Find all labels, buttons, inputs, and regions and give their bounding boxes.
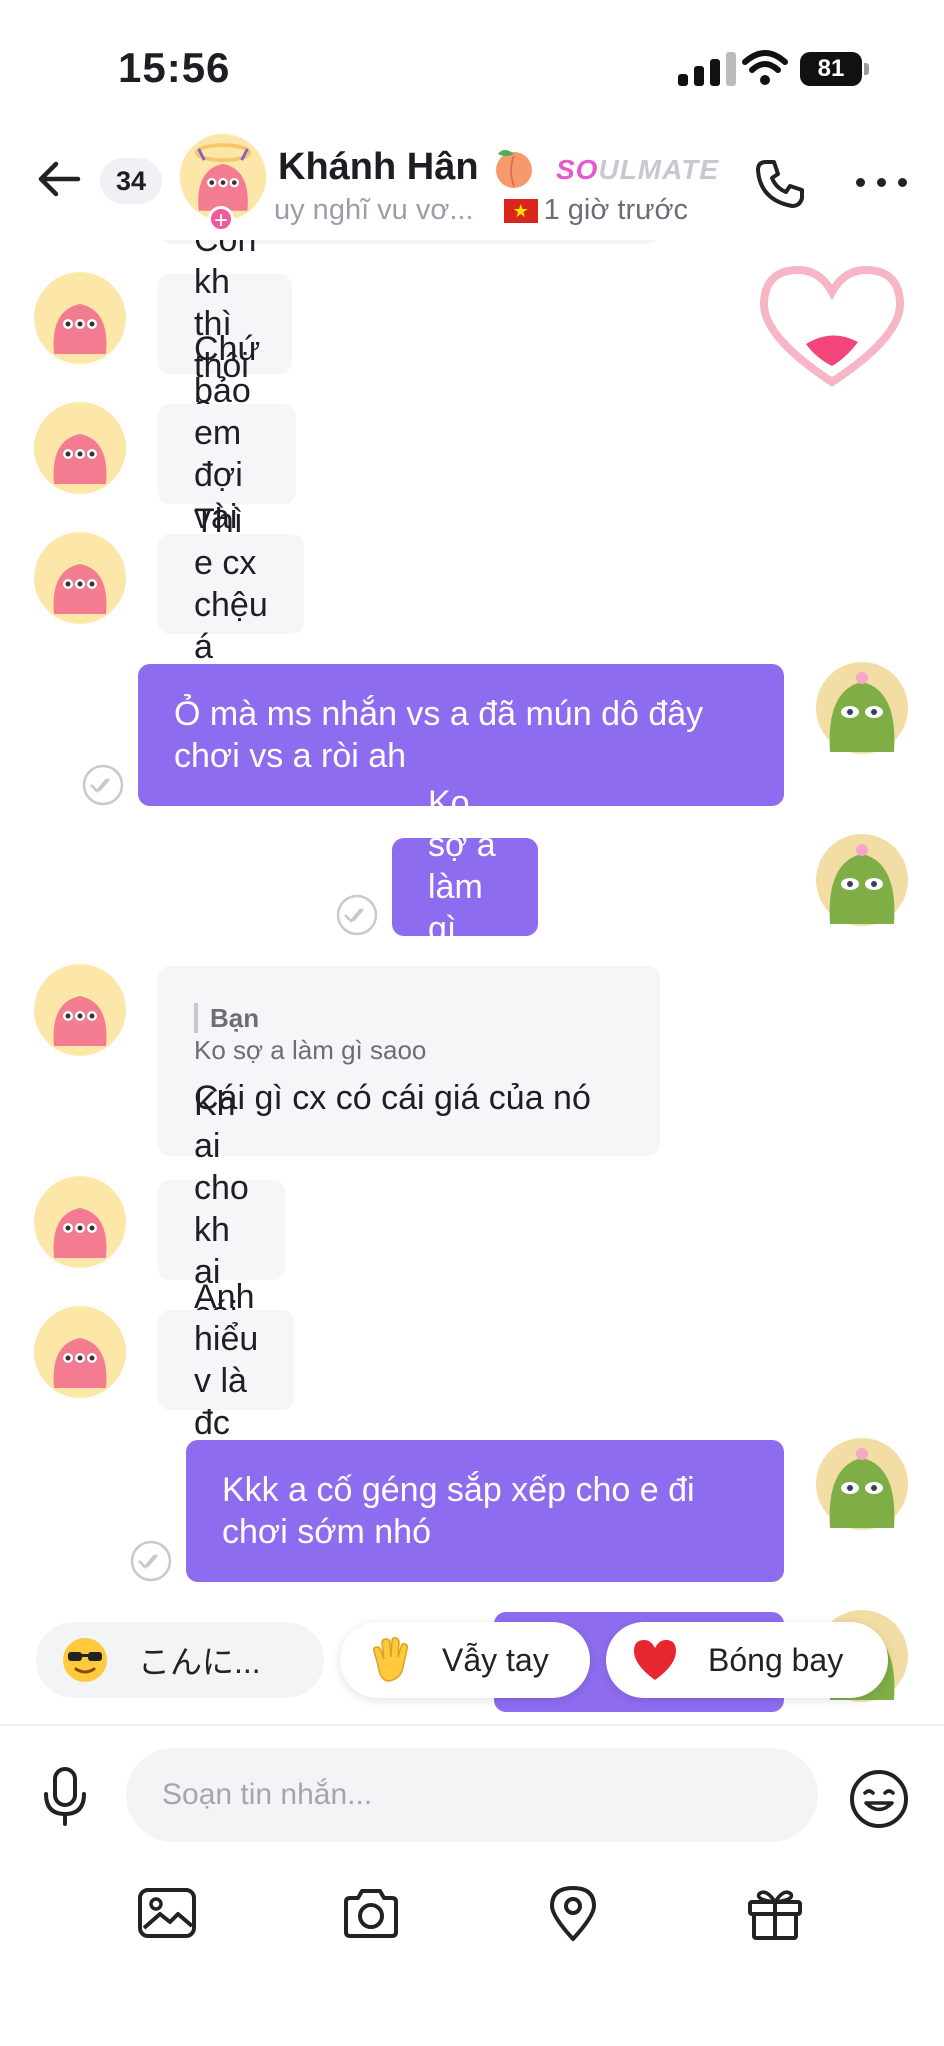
message-input[interactable] — [126, 1748, 818, 1842]
contact-name[interactable]: Khánh Hân — [278, 146, 479, 189]
battery-indicator: 81 — [800, 52, 869, 86]
last-seen: 1 giờ trước — [543, 194, 689, 226]
location-pin-icon[interactable] — [542, 1884, 604, 1942]
quick-reply-label: Bóng bay — [708, 1641, 844, 1678]
user-avatar[interactable] — [814, 832, 910, 928]
heart-meter-icon[interactable] — [752, 262, 912, 392]
reply-quote-text: Ko sợ a làm gì saoo — [194, 1035, 427, 1065]
status-text: uy nghĩ vu vơ... — [274, 194, 474, 226]
phone-call-icon[interactable] — [752, 156, 808, 212]
quick-reply-chip[interactable]: Vẫy tay — [340, 1622, 590, 1698]
message-text-line: Kkk a cố géng sắp xếp cho e đi — [222, 1471, 695, 1509]
message-text-line: Ỏ mà ms nhắn vs a đã mún dô đây — [174, 695, 704, 733]
message-text-line: chơi vs a ròi ah — [174, 737, 407, 775]
waving-hand-emoji-icon — [373, 1637, 408, 1682]
contact-avatar-small[interactable] — [32, 1304, 128, 1400]
unread-count-badge[interactable]: 34 — [100, 158, 162, 204]
incoming-message-bubble[interactable]: Thì e cx chệu á — [158, 502, 304, 666]
camera-icon[interactable] — [340, 1884, 402, 1942]
gift-icon[interactable] — [744, 1884, 806, 1942]
add-friend-icon[interactable]: + — [208, 206, 234, 233]
incoming-message-bubble[interactable]: Kh ai cho kh ai cái gì — [158, 1085, 285, 1375]
user-avatar[interactable] — [814, 660, 910, 756]
quick-reply-label: Vẫy tay — [442, 1641, 549, 1678]
contact-avatar-small[interactable] — [32, 530, 128, 626]
read-receipt-icon — [130, 1540, 172, 1582]
soulmate-badge: SOULMATE — [556, 154, 720, 185]
status-time: 15:56 — [118, 44, 231, 91]
vietnam-flag-icon — [503, 199, 538, 224]
emoji-picker-icon[interactable] — [848, 1768, 910, 1830]
read-receipt-icon — [82, 764, 124, 806]
status-bar: 15:56 81 — [0, 0, 944, 130]
back-arrow-icon[interactable] — [34, 154, 84, 204]
sunglasses-emoji-icon — [63, 1638, 107, 1682]
signal-icon — [678, 52, 738, 86]
reply-quote-author: Bạn — [194, 1003, 259, 1033]
red-heart-emoji-icon — [634, 1640, 676, 1680]
wifi-icon — [742, 50, 788, 85]
quick-reply-chip[interactable]: Bóng bay — [606, 1622, 888, 1698]
chat-header: 34 + Khánh Hân SOULMATE uy nghĩ vu vơ...… — [0, 120, 944, 240]
message-text-line: chơi sớm nhó — [222, 1513, 431, 1551]
incoming-message-bubble[interactable]: Chứ bảo em đợi vài tuần — [158, 330, 297, 578]
more-options-icon[interactable] — [852, 170, 912, 194]
contact-avatar-small[interactable] — [32, 270, 128, 366]
incoming-message-bubble[interactable]: Anh hiểu v là đc — [158, 1278, 295, 1442]
contact-avatar-small[interactable] — [32, 1174, 128, 1270]
outgoing-message-bubble[interactable]: Ko sợ a làm gì saoo — [392, 784, 538, 990]
peach-emoji-icon — [496, 150, 532, 188]
message-text: Cái gì cx có cái giá của nó — [194, 1079, 591, 1117]
outgoing-message-bubble[interactable]: Kkk a cố géng sắp xếp cho e đi chơi sớm … — [186, 1440, 784, 1582]
image-icon[interactable] — [136, 1884, 198, 1942]
message-list[interactable]: Còn kh thì thôi ạ Chứ bảo em đợi vài tuầ… — [0, 240, 944, 1720]
microphone-icon[interactable] — [40, 1766, 90, 1828]
read-receipt-icon — [336, 894, 378, 936]
user-avatar[interactable] — [814, 1436, 910, 1532]
contact-avatar-small[interactable] — [32, 400, 128, 496]
contact-avatar-small[interactable] — [32, 962, 128, 1058]
quick-reply-bar: こんに... Vẫy tay Bóng bay — [0, 1622, 944, 1702]
contact-status: uy nghĩ vu vơ... 1 giờ trước — [274, 194, 744, 234]
message-composer — [0, 1724, 944, 2046]
quick-reply-chip[interactable]: こんに... — [36, 1622, 324, 1698]
quick-reply-label: こんに... — [138, 1644, 261, 1680]
